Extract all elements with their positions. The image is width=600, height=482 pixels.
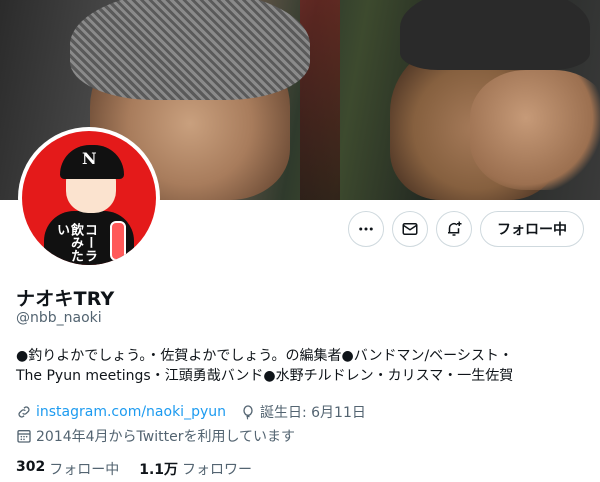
balloon-icon (243, 405, 253, 420)
avatar-cap-letter: N (82, 149, 97, 168)
website-item[interactable]: instagram.com/naoki_pyun (16, 404, 226, 420)
joined-item: 2014年4月からTwitterを利用しています (16, 426, 295, 446)
notification-button[interactable] (436, 211, 472, 247)
avatar-bottle (110, 221, 126, 261)
calendar-icon (17, 430, 31, 443)
profile-display-name: ナオキTRY (16, 288, 115, 310)
followers-stat[interactable]: 1.1万 フォロワー (139, 459, 252, 479)
bio-line: The Pyun meetings・江頭勇哉バンド●水野チルドレン・カリスマ・一… (16, 368, 514, 384)
banner-cap (400, 0, 590, 70)
following-button[interactable]: フォロー中 (480, 211, 584, 247)
birthday-text: 誕生日: 6月11日 (259, 405, 366, 421)
link-icon (18, 406, 30, 418)
avatar-text: コーラ飲みたい (54, 223, 97, 262)
banner-hand (470, 70, 600, 190)
banner-bucket-hat (70, 0, 310, 100)
bell-plus-icon (448, 221, 462, 236)
message-button[interactable] (392, 211, 428, 247)
bio-line: ●釣りよかでしょう。・佐賀よかでしょう。の編集者●バンドマン/ベーシスト・ (16, 348, 513, 364)
profile-bio: ●釣りよかでしょう。・佐賀よかでしょう。の編集者●バンドマン/ベーシスト・ Th… (16, 346, 586, 386)
avatar-illustration: N コーラ飲みたい (22, 131, 156, 265)
profile-actions: フォロー中 (348, 211, 584, 247)
mail-icon (402, 223, 418, 235)
following-stat[interactable]: 302 フォロー中 (16, 459, 119, 479)
followers-label: フォロワー (182, 462, 253, 478)
joined-text: 2014年4月からTwitterを利用しています (36, 429, 296, 445)
followers-count: 1.1万 (139, 462, 179, 478)
website-link[interactable]: instagram.com/naoki_pyun (36, 404, 226, 420)
following-label: フォロー中 (49, 462, 120, 478)
birthday-item: 誕生日: 6月11日 (240, 402, 366, 422)
profile-stats: 302 フォロー中 1.1万 フォロワー (16, 459, 252, 479)
more-button[interactable] (348, 211, 384, 247)
profile-handle: @nbb_naoki (16, 310, 102, 326)
more-icon (359, 227, 373, 231)
profile-avatar[interactable]: N コーラ飲みたい (18, 127, 160, 269)
profile-meta-row: instagram.com/naoki_pyun 誕生日: 6月11日 (16, 402, 366, 422)
following-count: 302 (16, 459, 46, 475)
profile-meta-row: 2014年4月からTwitterを利用しています (16, 426, 295, 446)
